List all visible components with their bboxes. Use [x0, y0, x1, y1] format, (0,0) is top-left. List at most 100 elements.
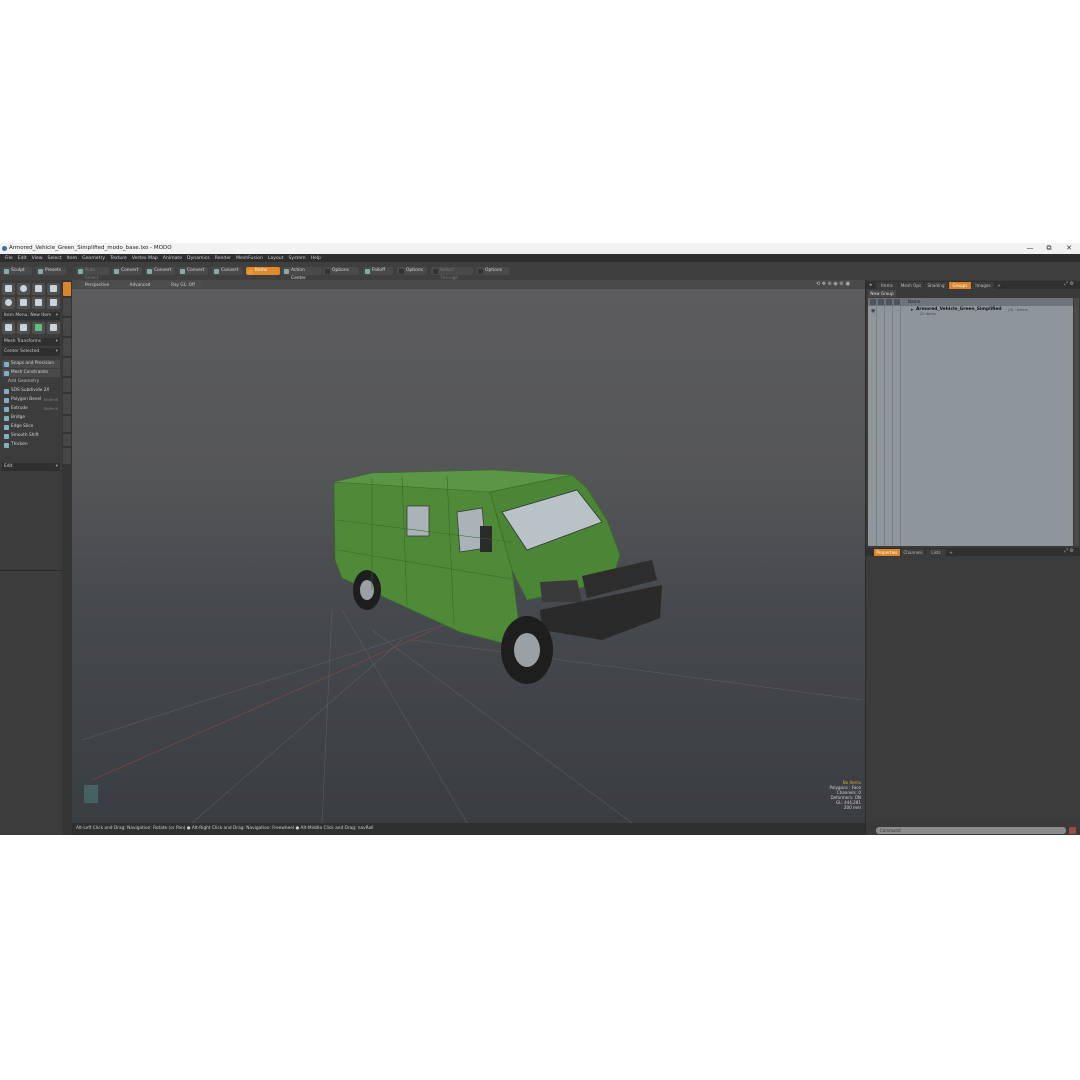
- menu-meshfusion[interactable]: MeshFusion: [236, 256, 263, 261]
- menu-animate[interactable]: Animate: [163, 256, 182, 261]
- eye-column-icon[interactable]: [870, 299, 876, 305]
- cylinder-tool-button[interactable]: [32, 283, 45, 295]
- presets-button[interactable]: Presets: [36, 267, 66, 275]
- menu-select[interactable]: Select: [48, 256, 62, 261]
- restore-button[interactable]: ⧉: [1041, 243, 1057, 254]
- tab-properties[interactable]: Properties: [874, 549, 900, 556]
- item-menu-dropdown[interactable]: Item Menu: New Item: [2, 312, 60, 320]
- lock-column-icon[interactable]: [886, 299, 892, 305]
- tab-shading[interactable]: Shading: [924, 282, 948, 289]
- center-selected-dropdown[interactable]: Center Selected: [2, 348, 60, 356]
- hierarchy-icon: [5, 324, 12, 331]
- wedge-tool-button[interactable]: [32, 297, 45, 309]
- visibility-eye-icon[interactable]: ◉: [871, 308, 875, 314]
- menu-edit[interactable]: Edit: [18, 256, 27, 261]
- add-tab-button[interactable]: +: [995, 282, 1003, 289]
- sculpt-button[interactable]: Sculpt: [2, 267, 32, 275]
- falloff-button[interactable]: Falloff: [363, 267, 393, 275]
- expand-arrow-icon[interactable]: ▸: [911, 307, 914, 313]
- snaps-precision-button[interactable]: Snaps and Precision: [2, 360, 60, 368]
- edit-dropdown[interactable]: Edit: [2, 463, 60, 471]
- mesh-constraints-button[interactable]: Mesh Constraints: [2, 369, 60, 377]
- action-center-button[interactable]: Action Center: [282, 267, 322, 281]
- groups-scrollbar[interactable]: [1074, 298, 1079, 546]
- viewport-nav-icons[interactable]: ⟲ ✥ ⊕ ◉ ⚙ ▣: [816, 281, 850, 287]
- select-column-icon[interactable]: [894, 299, 900, 305]
- vtab-3[interactable]: [63, 318, 71, 336]
- render-column-icon[interactable]: [878, 299, 884, 305]
- mesh-transforms-dropdown[interactable]: Mesh Transforms: [2, 338, 60, 346]
- select-through-button[interactable]: Select Through: [431, 267, 473, 281]
- new-group-button[interactable]: New Group: [868, 290, 896, 297]
- cone-tool-button[interactable]: [47, 283, 60, 295]
- capsule-tool-button[interactable]: [17, 297, 30, 309]
- menu-geometry[interactable]: Geometry: [82, 256, 105, 261]
- minimize-button[interactable]: —: [1022, 243, 1038, 254]
- add-bottom-tab-button[interactable]: +: [947, 549, 955, 556]
- vtab-2[interactable]: [63, 298, 71, 316]
- add-geometry-header[interactable]: Add Geometry: [2, 378, 60, 386]
- tool-smooth-shift[interactable]: Smooth Shift: [2, 432, 60, 440]
- falloff-options-button[interactable]: Options: [397, 267, 427, 275]
- tool-extrude[interactable]: Extrude Shift+X: [2, 405, 60, 413]
- tool-polygon-bevel[interactable]: Polygon Bevel Shift+B: [2, 396, 60, 404]
- menu-view[interactable]: View: [32, 256, 43, 261]
- vtab-9[interactable]: [63, 434, 71, 446]
- perspective-tab[interactable]: Perspective: [77, 281, 117, 288]
- menu-render[interactable]: Render: [215, 256, 231, 261]
- panel-menu-icon[interactable]: ◂: [869, 282, 872, 288]
- hierarchy-tool-button[interactable]: [2, 322, 15, 334]
- vtab-7[interactable]: [63, 394, 71, 414]
- tab-channels[interactable]: Channels: [901, 549, 925, 556]
- select-options-button[interactable]: Options: [476, 267, 510, 275]
- convert-button-4[interactable]: Convert: [212, 267, 242, 275]
- convert-button-2[interactable]: Convert: [145, 267, 175, 275]
- groups-list[interactable]: Name ◉ ▸ Armored_Vehicle_Green_Simplifie…: [868, 298, 1073, 546]
- action-center-options-button[interactable]: Options: [323, 267, 359, 275]
- menu-layout[interactable]: Layout: [268, 256, 284, 261]
- vtab-6[interactable]: [63, 378, 71, 392]
- command-input[interactable]: Command: [876, 827, 1066, 834]
- cube-tool-button[interactable]: [2, 283, 15, 295]
- tab-groups[interactable]: Groups: [949, 282, 971, 289]
- tool-sds-subdivide[interactable]: SDS Subdivide 2X: [2, 387, 60, 395]
- command-history-button[interactable]: [1069, 827, 1076, 834]
- menu-file[interactable]: File: [5, 256, 13, 261]
- menu-vertex-map[interactable]: Vertex Map: [132, 256, 158, 261]
- tab-lists[interactable]: Lists: [926, 549, 946, 556]
- vtab-4[interactable]: [63, 338, 71, 356]
- menu-texture[interactable]: Texture: [110, 256, 127, 261]
- convert-button-3[interactable]: Convert: [178, 267, 208, 275]
- vtab-model[interactable]: [63, 282, 71, 296]
- tab-mesh-ops[interactable]: Mesh Ops: [899, 282, 923, 289]
- torus-tool-button[interactable]: [2, 297, 15, 309]
- items-button[interactable]: Items: [246, 267, 280, 275]
- advanced-tab[interactable]: Advanced: [118, 281, 162, 288]
- sphere-tool-button[interactable]: [17, 283, 30, 295]
- shield-tool-button[interactable]: [32, 322, 45, 334]
- 3d-viewport[interactable]: Perspective Advanced Ray GL: Off ⟲ ✥ ⊕ ◉…: [72, 280, 865, 823]
- pen-tool-button[interactable]: [47, 297, 60, 309]
- triangle-tool-button[interactable]: [47, 322, 60, 334]
- menu-dynamics[interactable]: Dynamics: [187, 256, 210, 261]
- menu-item[interactable]: Item: [67, 256, 77, 261]
- vtab-5[interactable]: [63, 358, 71, 376]
- close-button[interactable]: ✕: [1061, 243, 1077, 254]
- ray-gl-tab[interactable]: Ray GL: Off: [163, 281, 203, 288]
- group-row[interactable]: ◉ ▸ Armored_Vehicle_Green_Simplified (3)…: [868, 307, 1073, 316]
- tool-edge-slice[interactable]: Edge Slice: [2, 423, 60, 431]
- locator-tool-button[interactable]: [17, 322, 30, 334]
- menu-system[interactable]: System: [288, 256, 305, 261]
- options-icon: [478, 268, 483, 274]
- auto-select-button[interactable]: Auto Select: [76, 267, 110, 281]
- panel-expand-icon[interactable]: ⤢ ⚙: [1064, 281, 1074, 287]
- vtab-10[interactable]: [63, 448, 71, 464]
- bottom-panel-expand-icon[interactable]: ⤢ ⚙: [1064, 548, 1074, 554]
- vtab-8[interactable]: [63, 416, 71, 432]
- tool-thicken[interactable]: Thicken: [2, 441, 60, 449]
- convert-button-1[interactable]: Convert: [112, 267, 142, 275]
- tool-bridge[interactable]: Bridge: [2, 414, 60, 422]
- tab-images[interactable]: Images: [972, 282, 994, 289]
- tab-items[interactable]: Items: [876, 282, 898, 289]
- menu-help[interactable]: Help: [311, 256, 321, 261]
